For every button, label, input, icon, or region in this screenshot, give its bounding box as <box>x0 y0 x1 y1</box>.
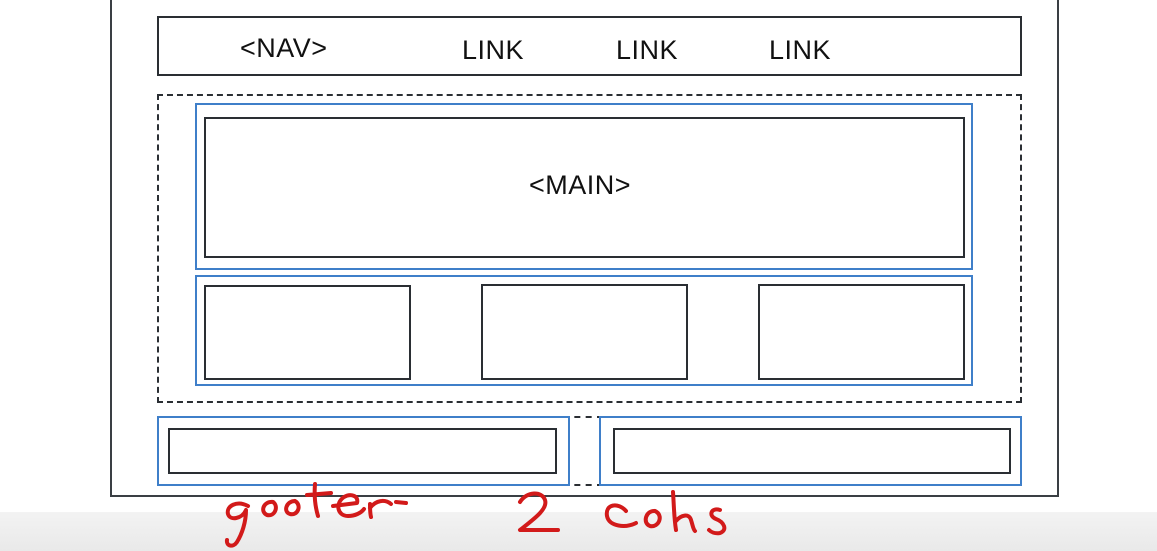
footer-col-box-2 <box>613 428 1011 474</box>
nav-label: <NAV> <box>240 33 328 63</box>
handwritten-annotations <box>224 482 727 548</box>
main-label: <MAIN> <box>529 170 632 200</box>
nav-link-3: LINK <box>769 35 832 65</box>
handwritten-2-cols <box>518 490 727 536</box>
handwritten-footer <box>224 482 408 548</box>
card-box-2 <box>481 284 688 380</box>
nav-link-1: LINK <box>462 35 525 65</box>
nav-link-2: LINK <box>616 35 679 65</box>
footer-col-box-1 <box>168 428 557 474</box>
card-box-1 <box>204 285 411 380</box>
card-box-3 <box>758 284 965 380</box>
